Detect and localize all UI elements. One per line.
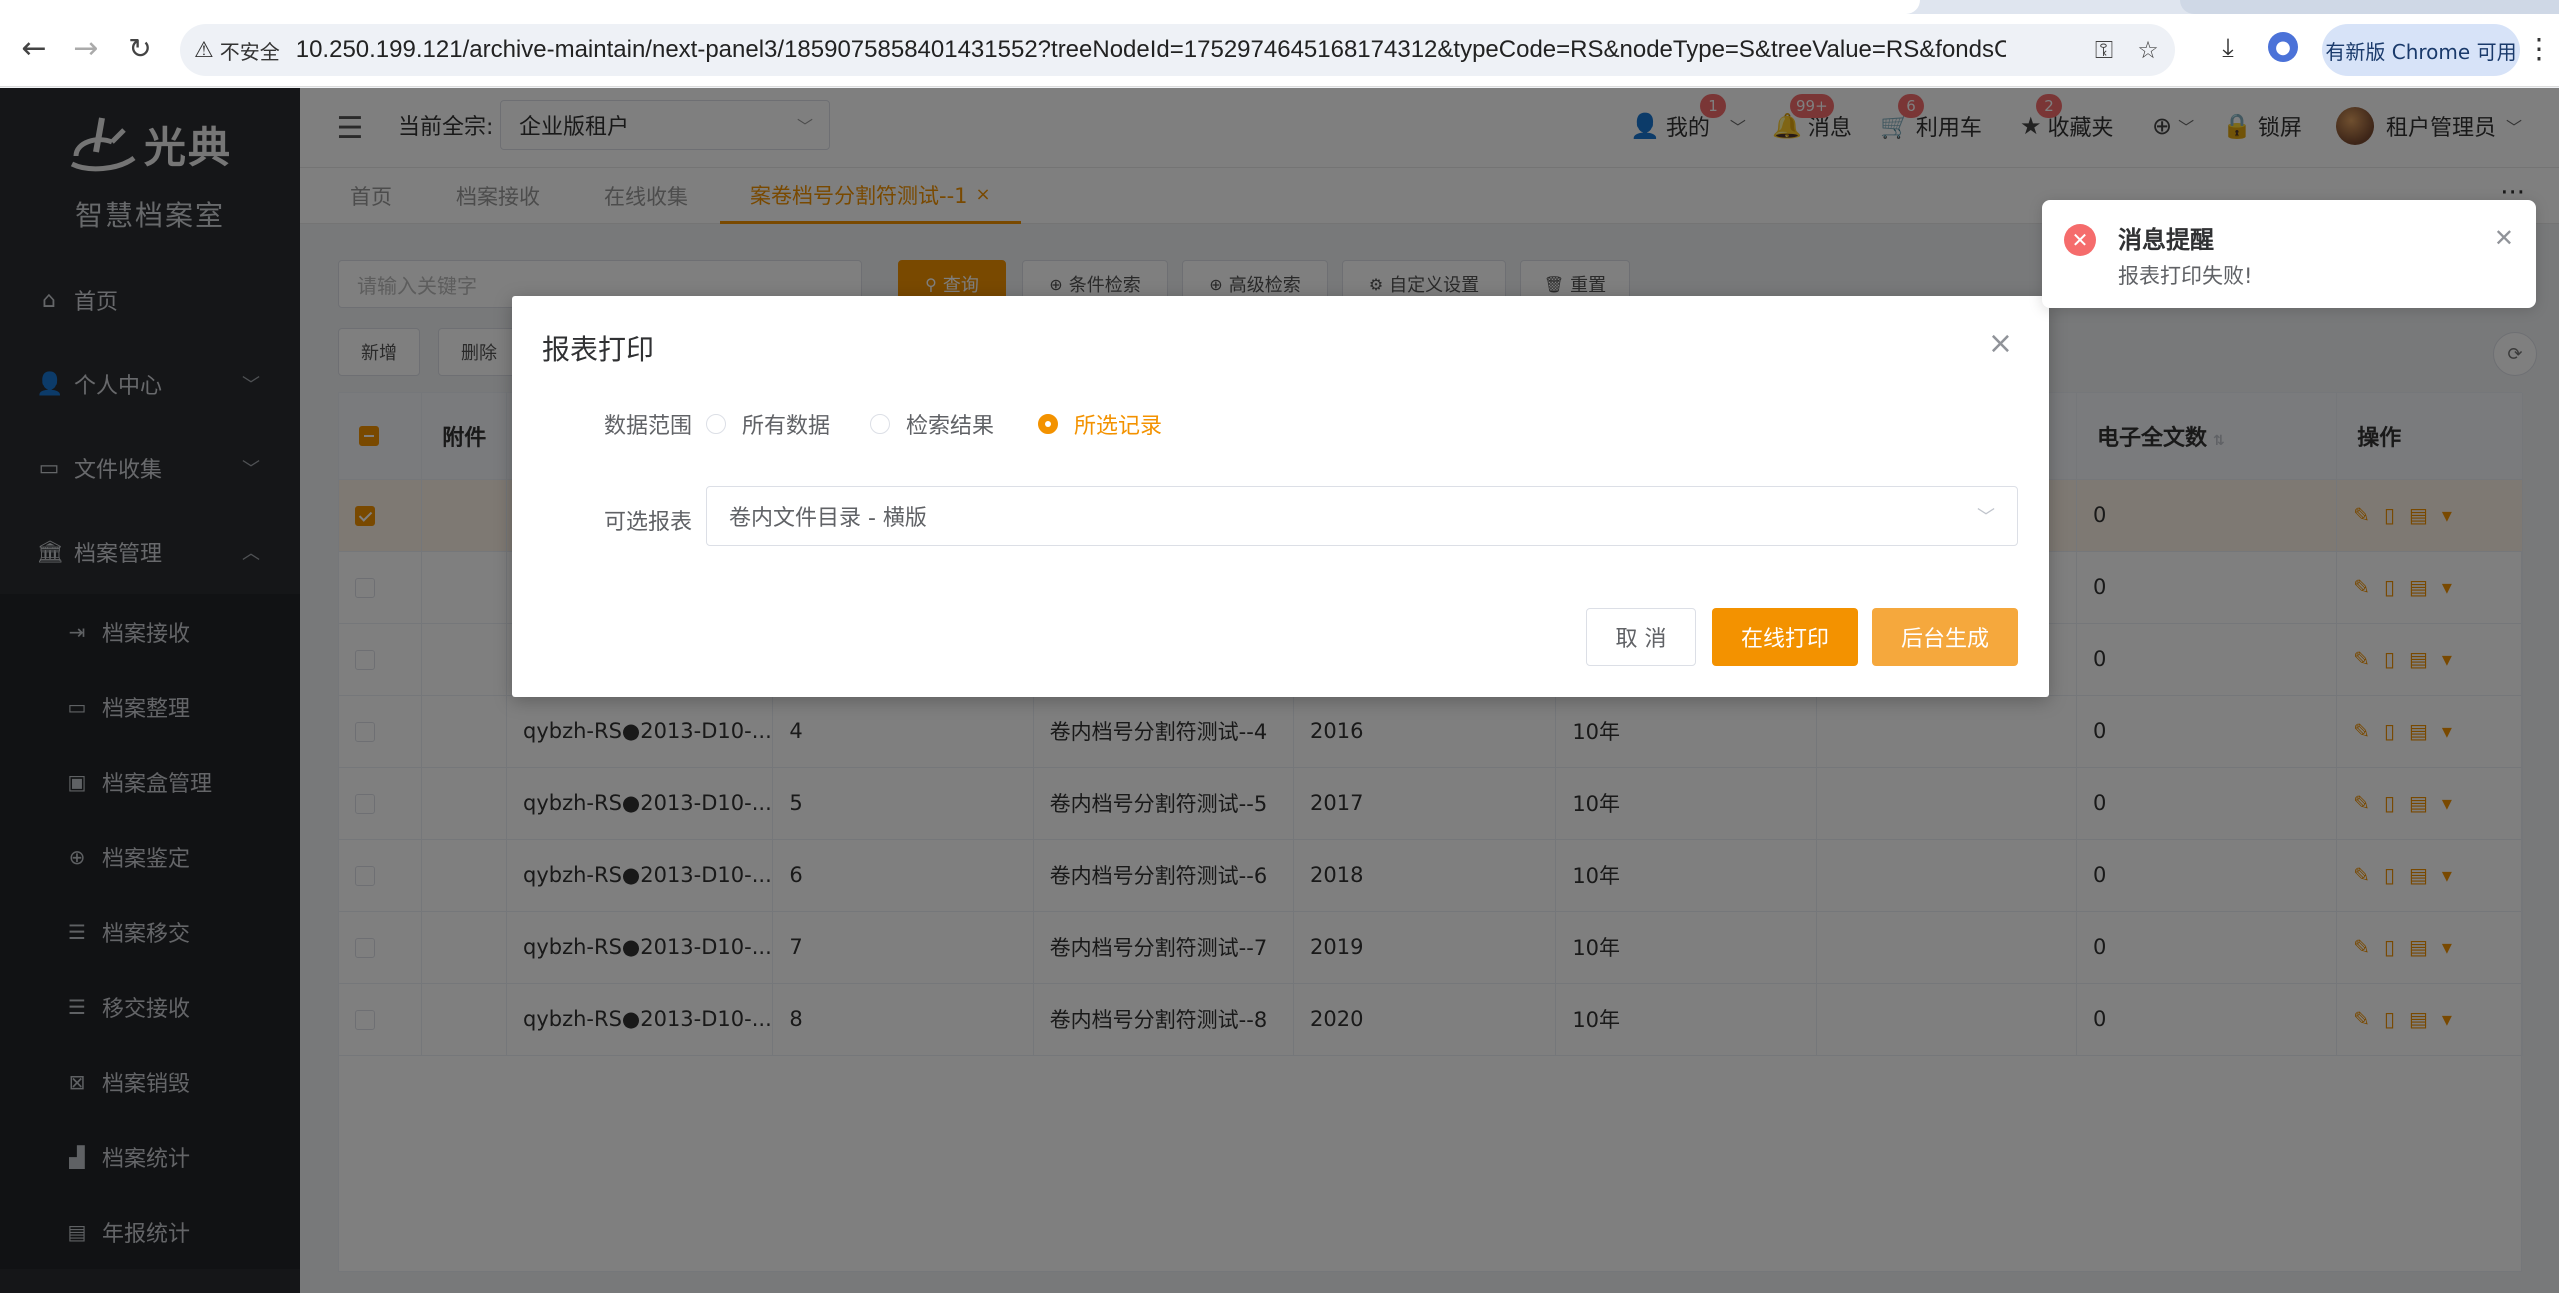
range-label: 数据范围	[604, 414, 693, 439]
print-online-button[interactable]: 在线打印	[1712, 608, 1858, 666]
forward-icon[interactable]: →	[64, 26, 108, 70]
notification-title: 消息提醒	[2118, 226, 2214, 254]
reload-icon[interactable]: ↻	[118, 26, 162, 70]
warning-icon: ⚠	[194, 37, 214, 63]
notification-message: 报表打印失败!	[2118, 264, 2253, 288]
report-select[interactable]: 卷内文件目录 - 横版 ﹀	[706, 486, 2018, 546]
close-icon[interactable]: ✕	[2494, 224, 2514, 252]
insecure-label: 不安全	[219, 39, 280, 64]
browser-toolbar: ← → ↻ ⚠ 不安全 10.250.199.121/archive-maint…	[0, 0, 2559, 87]
radio-label: 所选记录	[1074, 414, 1163, 439]
browser-menu-icon[interactable]: ⋮	[2524, 26, 2554, 70]
report-select-value: 卷内文件目录 - 横版	[729, 506, 927, 531]
error-notification: ✕ 消息提醒 报表打印失败! ✕	[2042, 200, 2536, 308]
radio-circle[interactable]	[1038, 414, 1058, 434]
insecure-indicator[interactable]: ⚠ 不安全	[194, 36, 280, 65]
radio-search-results[interactable]: 检索结果	[870, 408, 994, 440]
cancel-button[interactable]: 取 消	[1586, 608, 1696, 666]
dialog-title: 报表打印	[542, 333, 655, 366]
radio-all-data[interactable]: 所有数据	[706, 408, 830, 440]
chevron-down-icon: ﹀	[1977, 507, 1995, 528]
close-icon[interactable]: ×	[1988, 326, 2013, 361]
key-icon[interactable]: ⚿	[2086, 32, 2122, 68]
browser-tabstrip	[0, 0, 2559, 14]
url-text[interactable]: 10.250.199.121/archive-maintain/next-pan…	[296, 36, 2006, 64]
profile-icon[interactable]: ●	[2268, 32, 2298, 62]
chrome-update-button[interactable]: 有新版 Chrome 可用	[2322, 24, 2520, 76]
report-print-dialog: 报表打印 × 数据范围 所有数据 检索结果 所选记录 可选报表 卷内文件目录 -…	[512, 296, 2049, 697]
back-icon[interactable]: ←	[12, 26, 56, 70]
generate-background-button[interactable]: 后台生成	[1872, 608, 2018, 666]
error-icon: ✕	[2064, 224, 2096, 256]
report-label: 可选报表	[604, 510, 693, 535]
radio-label: 所有数据	[742, 414, 831, 439]
address-bar[interactable]: ⚠ 不安全 10.250.199.121/archive-maintain/ne…	[180, 24, 2175, 76]
radio-circle[interactable]	[706, 414, 726, 434]
browser-tab[interactable]	[2180, 0, 2559, 14]
browser-active-tab[interactable]	[0, 0, 1920, 14]
radio-selected-records[interactable]: 所选记录	[1038, 408, 1162, 440]
download-icon[interactable]: ⤓	[2206, 26, 2250, 70]
star-icon[interactable]: ☆	[2130, 32, 2166, 68]
radio-circle[interactable]	[870, 414, 890, 434]
radio-label: 检索结果	[906, 414, 995, 439]
